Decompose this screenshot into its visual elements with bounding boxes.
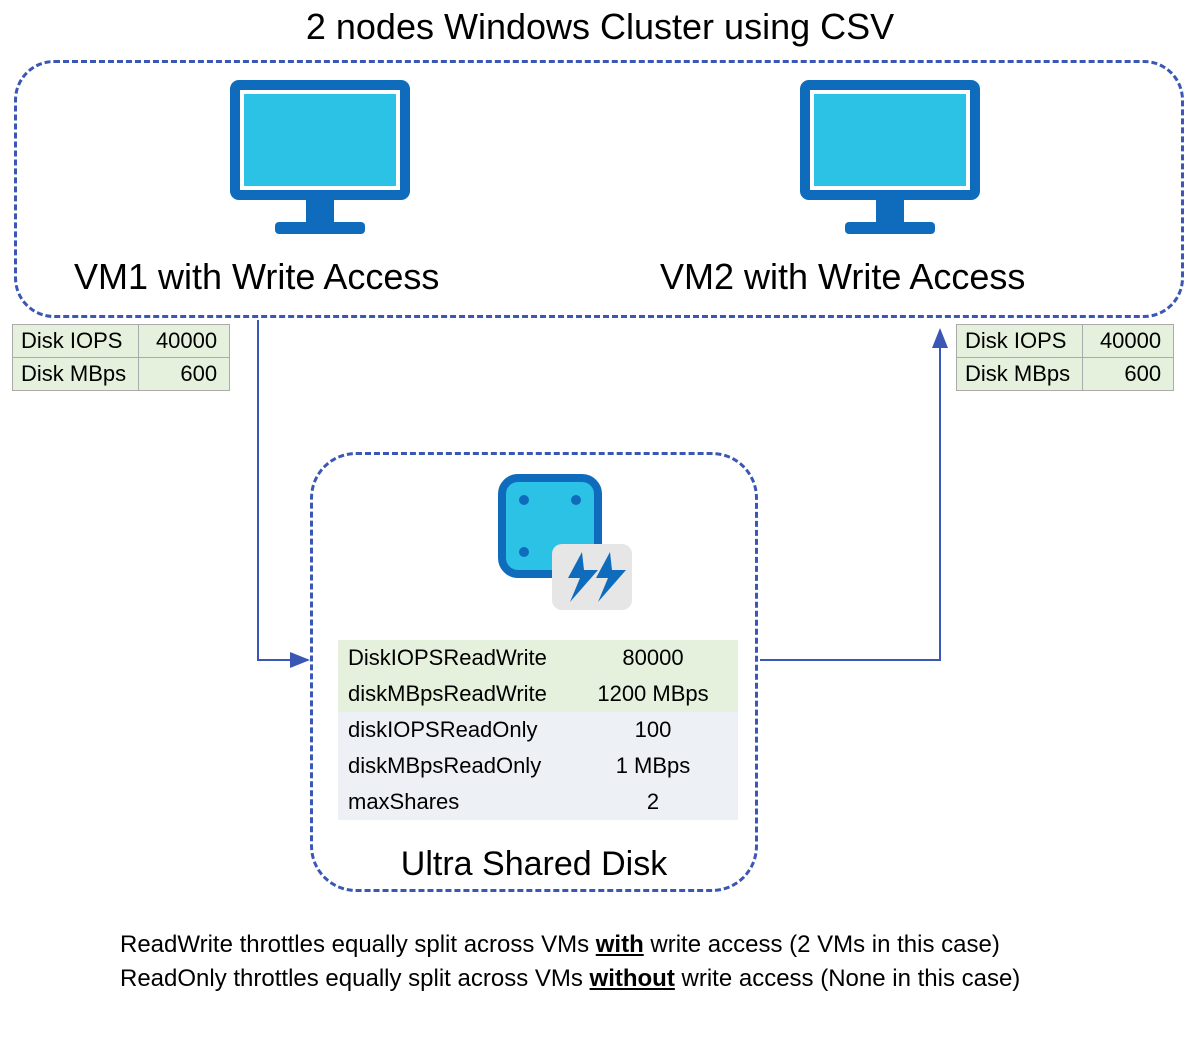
disk-r1-key: DiskIOPSReadWrite	[338, 640, 568, 676]
disk-r4-val: 1 MBps	[568, 748, 738, 784]
disk-r2-val: 1200 MBps	[568, 676, 738, 712]
vm2-mbps-value: 600	[1083, 358, 1174, 391]
disk-r4-key: diskMBpsReadOnly	[338, 748, 568, 784]
disk-r1-val: 80000	[568, 640, 738, 676]
disk-r2-key: diskMBpsReadWrite	[338, 676, 568, 712]
diagram-title: 2 nodes Windows Cluster using CSV	[0, 6, 1200, 48]
disk-r5-val: 2	[568, 784, 738, 820]
computer-monitor-icon	[230, 80, 410, 245]
vm1-label: VM1 with Write Access	[74, 256, 439, 298]
diagram-canvas: 2 nodes Windows Cluster using CSV VM1 wi…	[0, 0, 1200, 1039]
computer-monitor-icon	[800, 80, 980, 245]
vm1-mbps-value: 600	[139, 358, 230, 391]
footer-note: ReadWrite throttles equally split across…	[120, 928, 1100, 995]
disk-r3-key: diskIOPSReadOnly	[338, 712, 568, 748]
footer-line1: ReadWrite throttles equally split across…	[120, 928, 1100, 962]
vm2-spec-table: Disk IOPS 40000 Disk MBps 600	[956, 324, 1174, 391]
vm1-iops-value: 40000	[139, 325, 230, 358]
vm1-iops-label: Disk IOPS	[13, 325, 139, 358]
disk-r3-val: 100	[568, 712, 738, 748]
disk-title: Ultra Shared Disk	[310, 845, 758, 884]
vm2-label: VM2 with Write Access	[660, 256, 1025, 298]
vm1-mbps-label: Disk MBps	[13, 358, 139, 391]
vm2-iops-value: 40000	[1083, 325, 1174, 358]
ultra-disk-icon	[490, 474, 640, 624]
footer-line2: ReadOnly throttles equally split across …	[120, 962, 1100, 996]
disk-r5-key: maxShares	[338, 784, 568, 820]
vm2-iops-label: Disk IOPS	[957, 325, 1083, 358]
disk-spec-table: DiskIOPSReadWrite 80000 diskMBpsReadWrit…	[338, 640, 738, 820]
vm1-spec-table: Disk IOPS 40000 Disk MBps 600	[12, 324, 230, 391]
vm2-mbps-label: Disk MBps	[957, 358, 1083, 391]
